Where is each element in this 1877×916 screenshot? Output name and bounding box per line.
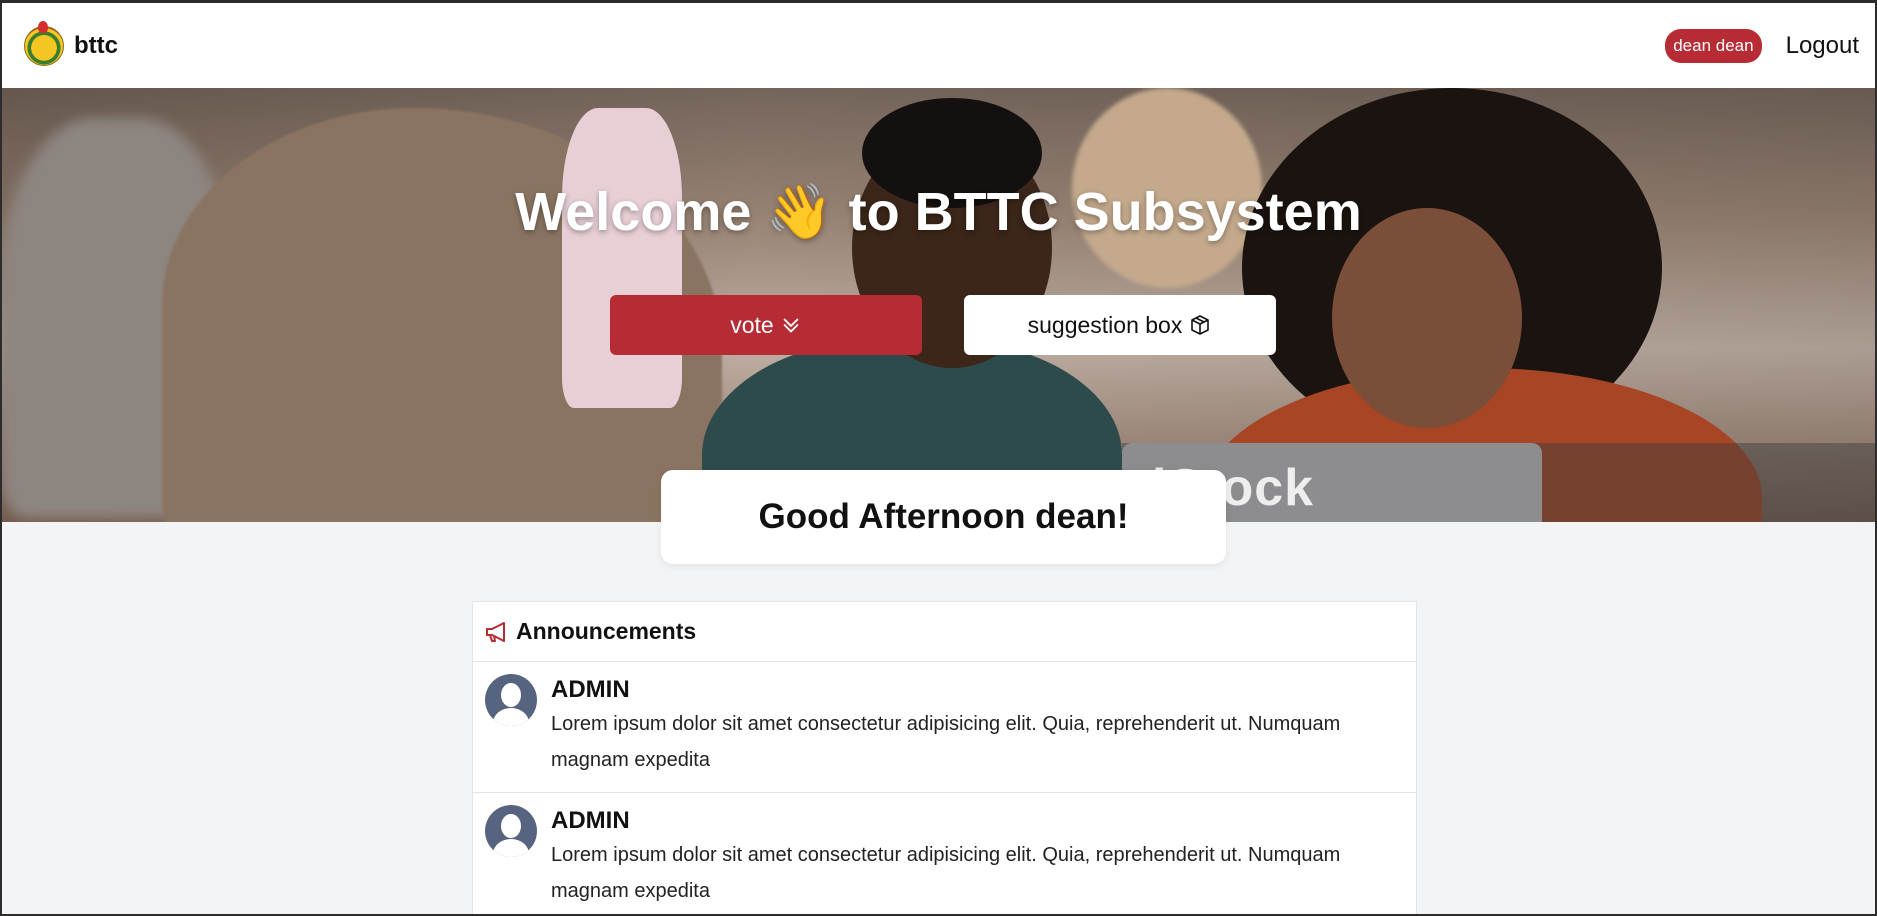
announcement-text: Lorem ipsum dolor sit amet consectetur a…: [551, 713, 1341, 771]
vote-button[interactable]: vote: [610, 295, 922, 355]
hero-title: Welcome 👋 to BTTC Subsystem: [2, 180, 1875, 244]
hero-title-welcome: Welcome: [515, 182, 752, 242]
user-avatar-icon: [485, 805, 537, 857]
announcement-author: ADMIN: [551, 676, 630, 703]
waving-hand-icon: 👋: [766, 180, 834, 243]
brand-name: bttc: [74, 31, 118, 59]
brand[interactable]: bttc: [24, 20, 118, 66]
hero-title-rest: to BTTC Subsystem: [848, 182, 1362, 242]
announcement-item: ADMIN Lorem ipsum dolor sit amet consect…: [473, 662, 1416, 793]
browser-viewport: bttc dean dean Logout iStock Welcome 👋 t…: [0, 0, 1877, 916]
box-icon: [1191, 315, 1210, 335]
hero-photo-person: [562, 108, 682, 408]
suggestion-box-label: suggestion box: [1027, 311, 1183, 338]
announcements-header: Announcements: [473, 602, 1416, 662]
double-chevron-down-icon: [783, 318, 799, 333]
announcements-title: Announcements: [516, 618, 697, 644]
announcement-item: ADMIN Lorem ipsum dolor sit amet consect…: [473, 793, 1416, 914]
announcement-author: ADMIN: [551, 807, 630, 834]
user-badge[interactable]: dean dean: [1665, 28, 1762, 63]
announcements-card: Announcements ADMIN Lorem ipsum dolor si…: [472, 601, 1417, 914]
suggestion-box-button[interactable]: suggestion box: [964, 295, 1276, 355]
hero-banner: iStock Welcome 👋 to BTTC Subsystem vote …: [2, 88, 1875, 522]
megaphone-icon: [486, 621, 505, 642]
vote-button-label: vote: [730, 311, 774, 338]
user-avatar-icon: [485, 674, 537, 726]
college-logo-icon: [24, 20, 64, 66]
logout-link[interactable]: Logout: [1786, 32, 1859, 60]
announcement-text: Lorem ipsum dolor sit amet consectetur a…: [551, 844, 1341, 902]
navbar-right: dean dean Logout: [1665, 28, 1859, 63]
greeting-card: Good Afternoon dean!: [661, 470, 1226, 564]
top-navbar: bttc dean dean Logout: [2, 3, 1875, 88]
